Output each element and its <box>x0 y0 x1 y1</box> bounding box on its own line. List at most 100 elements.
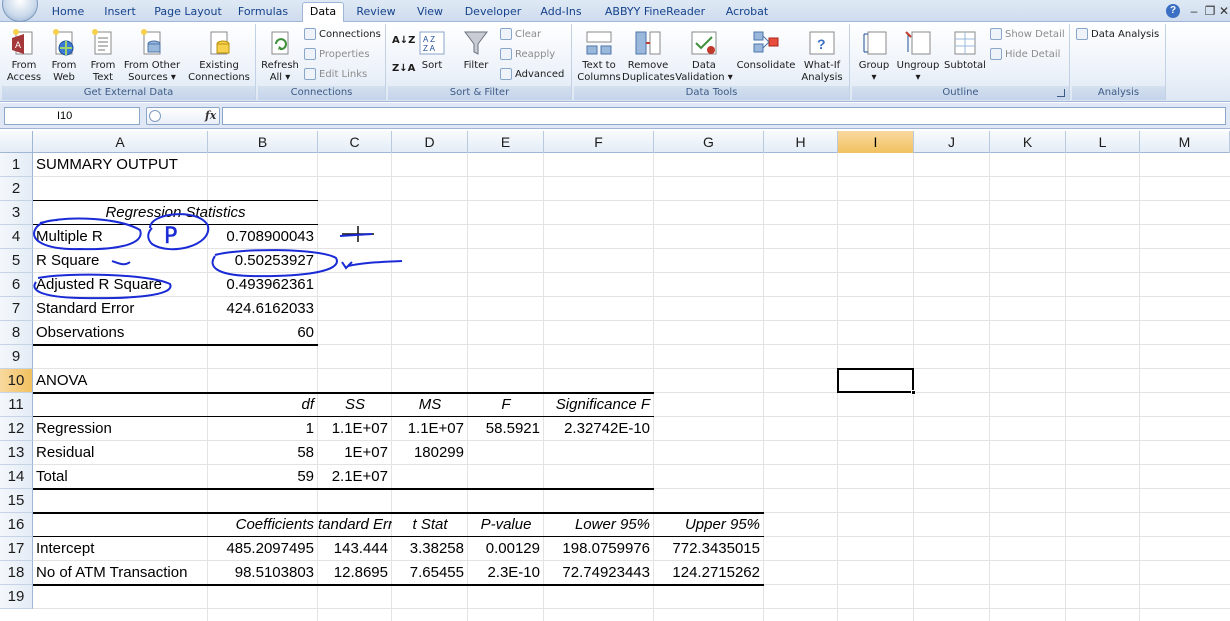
row-header-17[interactable]: 17 <box>0 537 33 561</box>
reapply-button[interactable]: Reapply <box>500 48 555 64</box>
cell-e16[interactable]: P-value <box>468 513 544 537</box>
tab-developer[interactable]: Developer <box>462 3 524 22</box>
fill-handle[interactable] <box>911 390 916 395</box>
cell-b18[interactable]: 98.5103803 <box>208 561 318 585</box>
tab-acrobat[interactable]: Acrobat <box>722 3 772 22</box>
row-header-16[interactable]: 16 <box>0 513 33 537</box>
sort-a-z-button[interactable]: A↓Z <box>392 34 415 50</box>
ungroup-button[interactable]: Ungroup ▾ <box>894 24 942 84</box>
cell-f16[interactable]: Lower 95% <box>544 513 654 537</box>
close-icon[interactable]: ✕ <box>1216 3 1230 19</box>
hide-detail-button[interactable]: Hide Detail <box>990 48 1060 64</box>
row-header-19[interactable]: 19 <box>0 585 33 609</box>
cell-b11[interactable]: df <box>208 393 318 417</box>
cell-b5[interactable]: 0.50253927 <box>208 249 318 273</box>
cell-f17[interactable]: 198.0759976 <box>544 537 654 561</box>
column-header-d[interactable]: D <box>392 131 468 153</box>
outline-dialog-launcher-icon[interactable] <box>1057 89 1065 97</box>
cell-d13[interactable]: 180299 <box>392 441 468 465</box>
row-header-4[interactable]: 4 <box>0 225 33 249</box>
from-access-button[interactable]: A From Access <box>4 24 44 84</box>
remove-duplicates-button[interactable]: Remove Duplicates <box>622 24 675 84</box>
cell-g17[interactable]: 772.3435015 <box>654 537 764 561</box>
column-header-m[interactable]: M <box>1140 131 1230 153</box>
minimize-icon[interactable]: – <box>1186 3 1202 19</box>
clear-button[interactable]: Clear <box>500 28 541 44</box>
cell-b12[interactable]: 1 <box>208 417 318 441</box>
sort-button[interactable]: A ZZ A Sort <box>416 24 448 72</box>
data-analysis-button[interactable]: Data Analysis <box>1076 28 1159 44</box>
cell-a1[interactable]: SUMMARY OUTPUT <box>33 153 333 177</box>
row-header-15[interactable]: 15 <box>0 489 33 513</box>
tab-abbyy[interactable]: ABBYY FineReader 11 <box>598 3 712 36</box>
tab-view[interactable]: View <box>410 3 450 22</box>
cell-a10[interactable]: ANOVA <box>33 369 333 393</box>
cell-d12[interactable]: 1.1E+07 <box>392 417 468 441</box>
row-header-14[interactable]: 14 <box>0 465 33 489</box>
advanced-button[interactable]: Advanced <box>500 68 564 84</box>
row-header-1[interactable]: 1 <box>0 153 33 177</box>
help-icon[interactable]: ? <box>1166 4 1180 18</box>
row-header-7[interactable]: 7 <box>0 297 33 321</box>
filter-button[interactable]: Filter <box>456 24 496 72</box>
row-header-18[interactable]: 18 <box>0 561 33 585</box>
cell-b17[interactable]: 485.2097495 <box>208 537 318 561</box>
refresh-all-button[interactable]: Refresh All ▾ <box>260 24 300 84</box>
data-validation-button[interactable]: Data Validation ▾ <box>674 24 734 84</box>
consolidate-button[interactable]: Consolidate <box>734 24 798 72</box>
row-header-5[interactable]: 5 <box>0 249 33 273</box>
cell-e18[interactable]: 2.3E-10 <box>468 561 544 585</box>
column-header-h[interactable]: H <box>764 131 838 153</box>
row-header-9[interactable]: 9 <box>0 345 33 369</box>
cell-f18[interactable]: 72.74923443 <box>544 561 654 585</box>
cell-c16[interactable]: tandard Err <box>318 513 392 537</box>
from-other-sources-button[interactable]: From Other Sources ▾ <box>122 24 182 84</box>
from-text-button[interactable]: From Text <box>84 24 122 84</box>
cell-regression-statistics-header[interactable]: Regression Statistics <box>33 201 318 225</box>
column-header-k[interactable]: K <box>990 131 1066 153</box>
row-header-13[interactable]: 13 <box>0 441 33 465</box>
text-to-columns-button[interactable]: Text to Columns <box>576 24 622 84</box>
tab-page-layout[interactable]: Page Layout <box>154 3 222 22</box>
cell-b16[interactable]: Coefficients <box>208 513 318 537</box>
cell-e17[interactable]: 0.00129 <box>468 537 544 561</box>
cell-b13[interactable]: 58 <box>208 441 318 465</box>
cell-d17[interactable]: 3.38258 <box>392 537 468 561</box>
from-web-button[interactable]: From Web <box>44 24 84 84</box>
column-header-j[interactable]: J <box>914 131 990 153</box>
active-cell-selection[interactable] <box>837 368 914 393</box>
row-header-8[interactable]: 8 <box>0 321 33 345</box>
connections-button[interactable]: Connections <box>304 28 381 44</box>
column-header-a[interactable]: A <box>33 131 208 153</box>
column-header-b[interactable]: B <box>208 131 318 153</box>
select-all-corner[interactable] <box>0 131 33 153</box>
row-header-3[interactable]: 3 <box>0 201 33 225</box>
row-header-12[interactable]: 12 <box>0 417 33 441</box>
cell-g16[interactable]: Upper 95% <box>654 513 764 537</box>
tab-review[interactable]: Review <box>354 3 398 22</box>
formula-input[interactable] <box>222 107 1226 125</box>
cell-d18[interactable]: 7.65455 <box>392 561 468 585</box>
cell-d11[interactable]: MS <box>392 393 468 417</box>
show-detail-button[interactable]: Show Detail <box>990 28 1065 44</box>
group-button[interactable]: Group ▾ <box>854 24 894 84</box>
column-header-c[interactable]: C <box>318 131 392 153</box>
subtotal-button[interactable]: Subtotal <box>942 24 988 72</box>
cell-c13[interactable]: 1E+07 <box>318 441 392 465</box>
tab-insert[interactable]: Insert <box>100 3 140 22</box>
column-header-g[interactable]: G <box>654 131 764 153</box>
row-header-10[interactable]: 10 <box>0 369 33 393</box>
tab-add-ins[interactable]: Add-Ins <box>536 3 586 22</box>
cell-d16[interactable]: t Stat <box>392 513 468 537</box>
name-box-dropdown-icon[interactable] <box>149 110 161 122</box>
cell-b6[interactable]: 0.493962361 <box>208 273 318 297</box>
cell-c18[interactable]: 12.8695 <box>318 561 392 585</box>
column-header-l[interactable]: L <box>1066 131 1140 153</box>
cell-b14[interactable]: 59 <box>208 465 318 489</box>
cell-b7[interactable]: 424.6162033 <box>208 297 318 321</box>
cell-e12[interactable]: 58.5921 <box>468 417 544 441</box>
office-button[interactable] <box>2 0 38 22</box>
cell-b4[interactable]: 0.708900043 <box>208 225 318 249</box>
cell-c11[interactable]: SS <box>318 393 392 417</box>
edit-links-button[interactable]: Edit Links <box>304 68 367 84</box>
